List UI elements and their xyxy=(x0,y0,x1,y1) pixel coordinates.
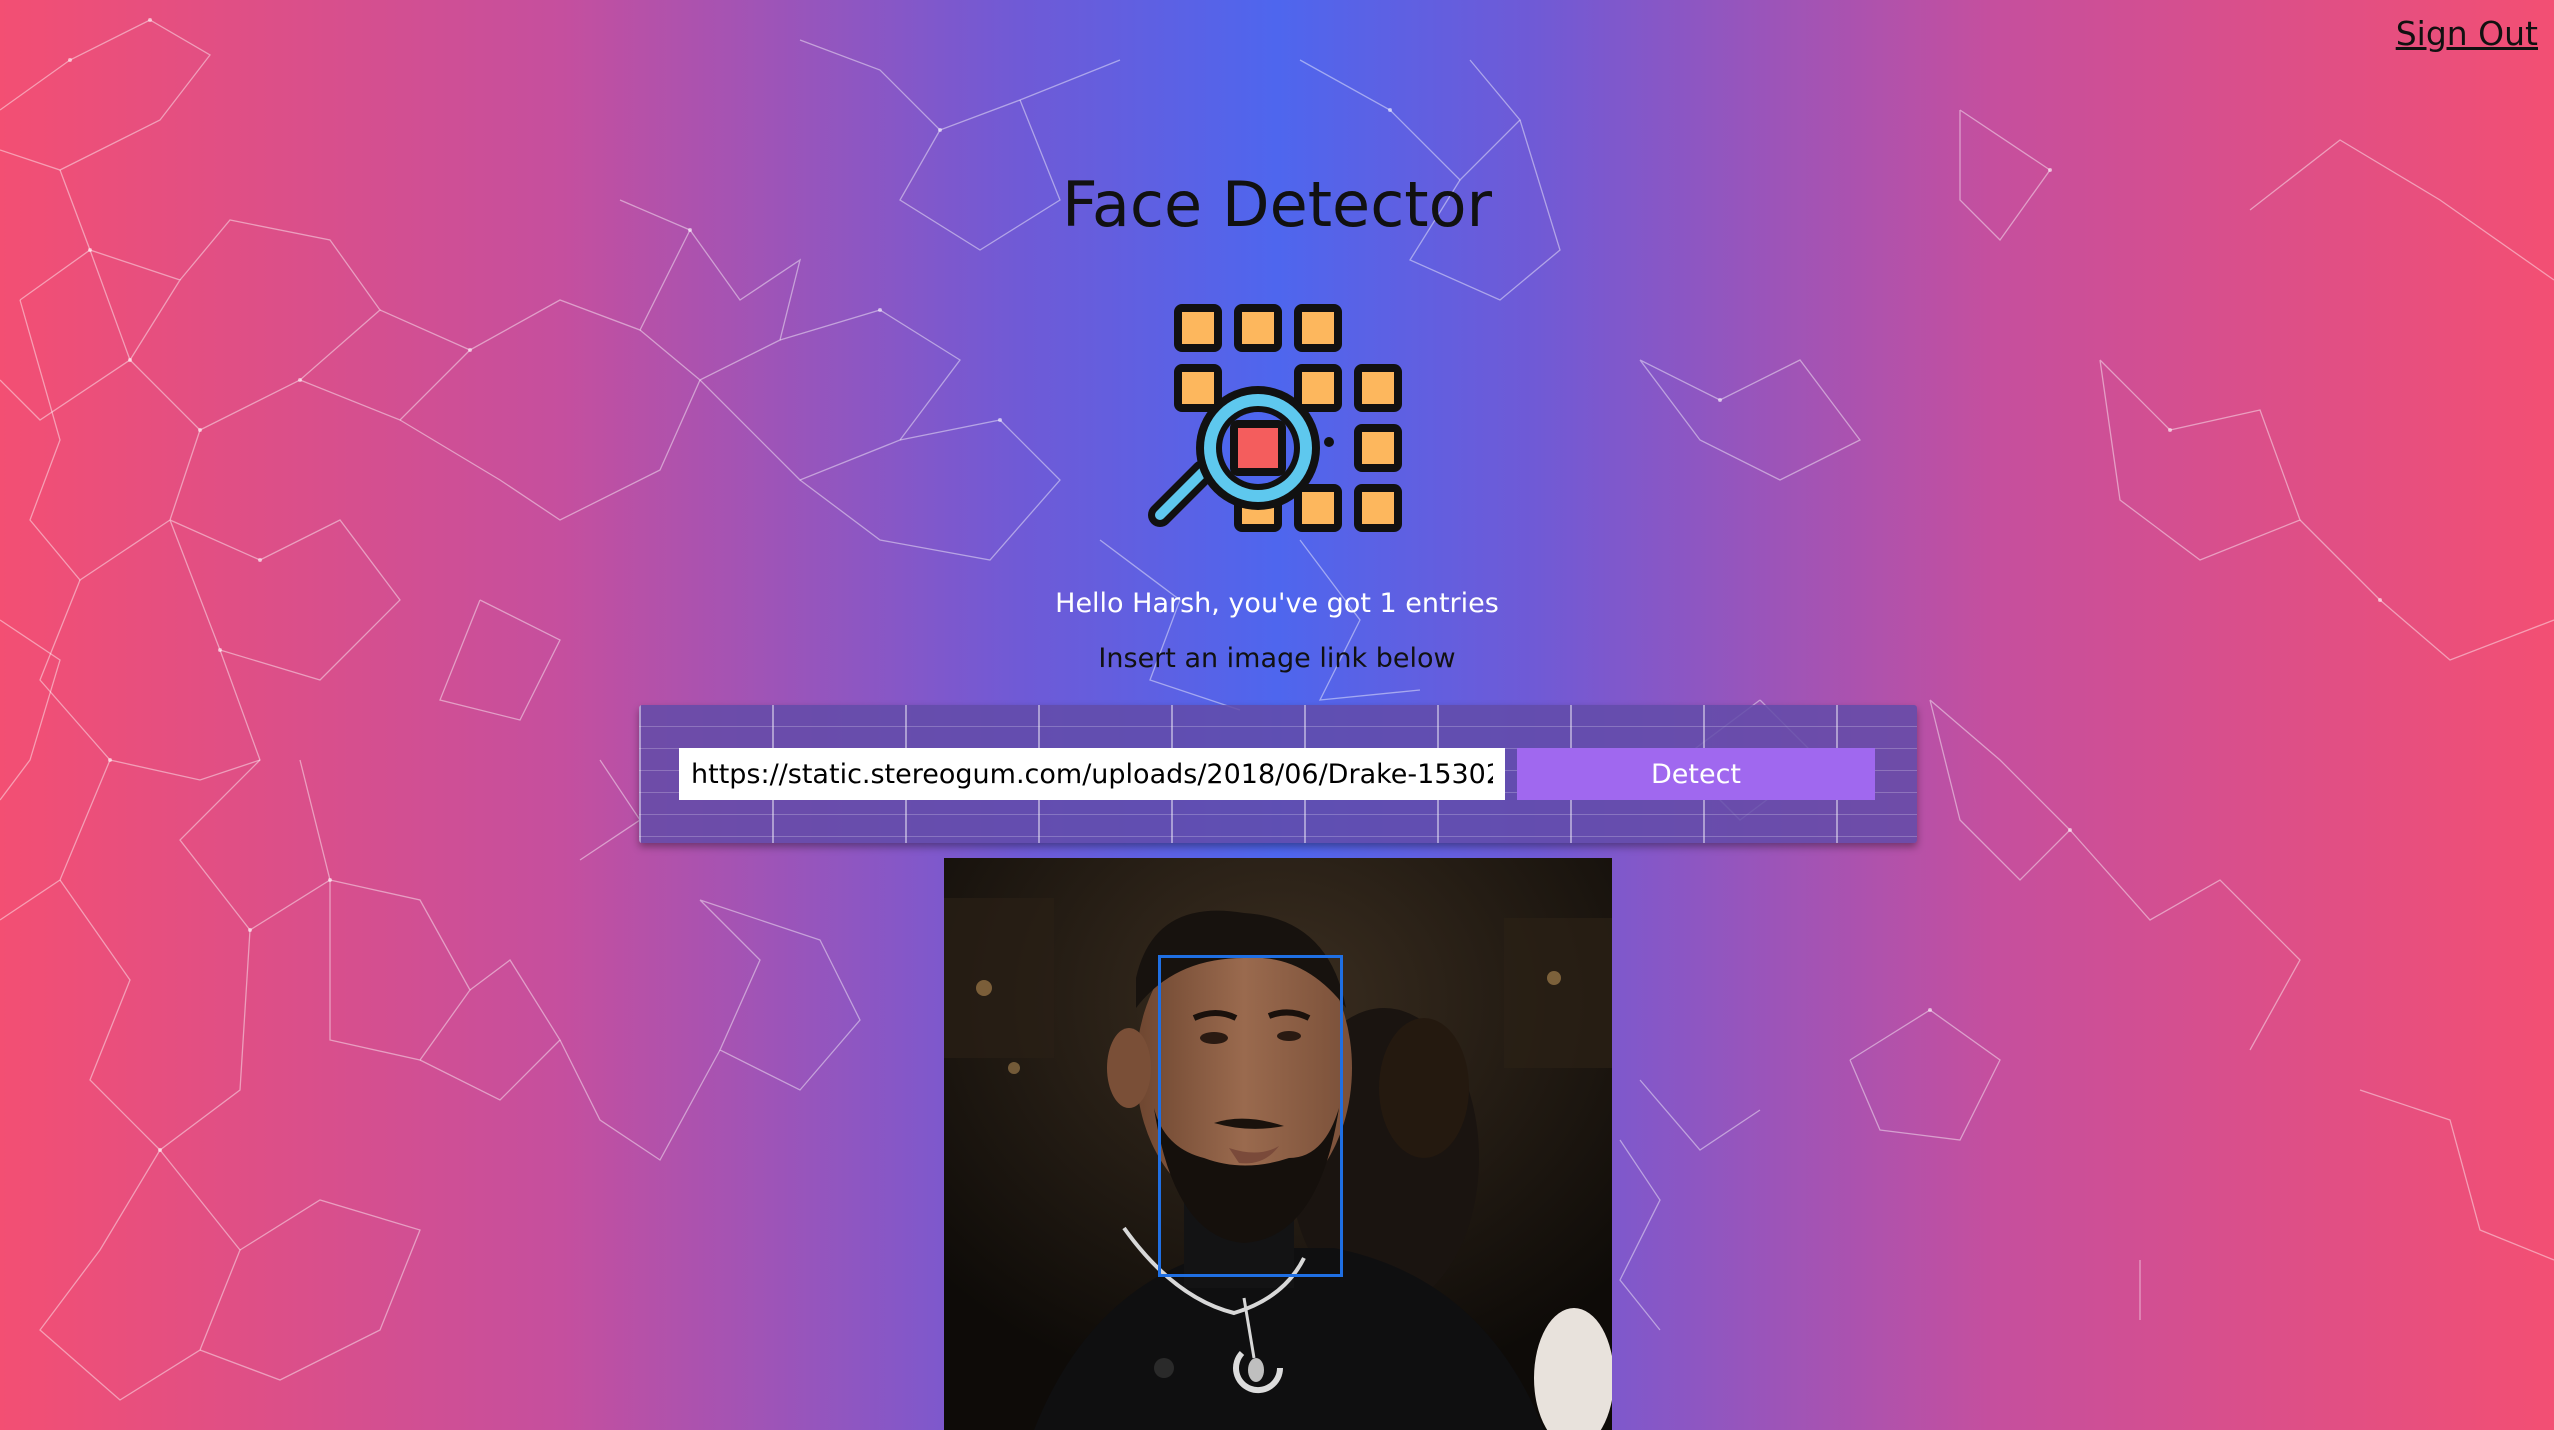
greeting-text: Hello Harsh, you've got 1 entries xyxy=(1055,588,1499,619)
sign-out-link[interactable]: Sign Out xyxy=(2396,14,2538,53)
page-title: Face Detector xyxy=(1061,168,1493,241)
result-image xyxy=(944,858,1612,1430)
face-bounding-box xyxy=(1158,955,1343,1277)
image-link-form: Detect xyxy=(639,705,1917,843)
magnifier-grid-icon xyxy=(1148,304,1402,532)
instruction-text: Insert an image link below xyxy=(1098,643,1456,674)
image-url-input[interactable] xyxy=(679,748,1505,800)
detect-button[interactable]: Detect xyxy=(1517,748,1875,800)
